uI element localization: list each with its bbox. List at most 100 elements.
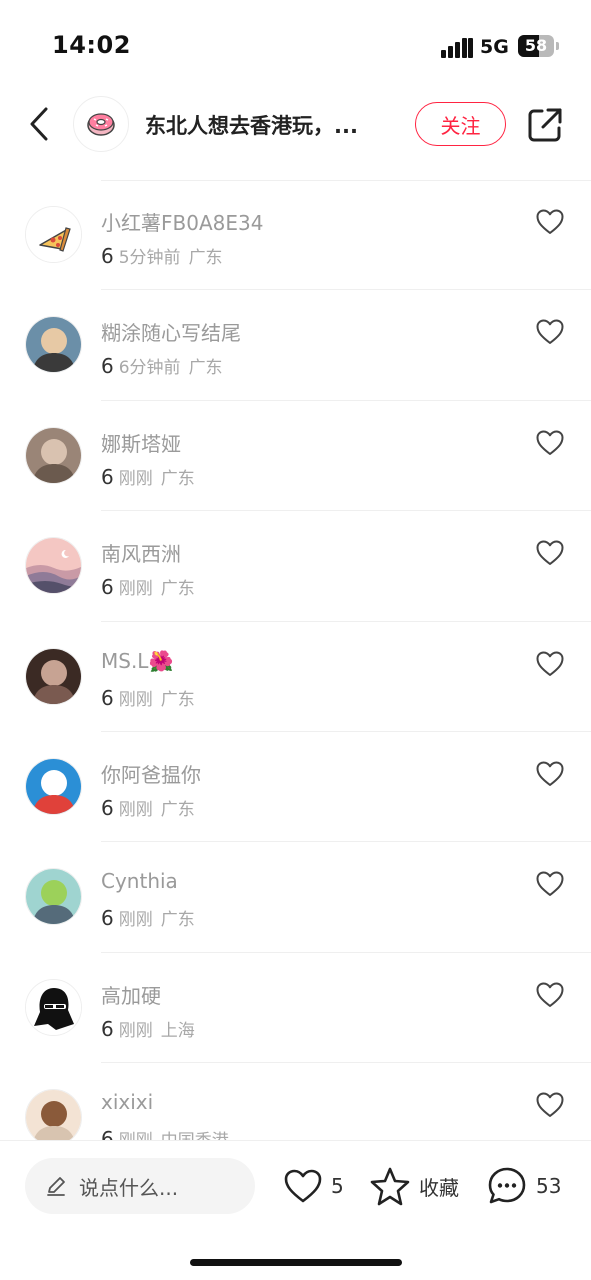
commenter-name[interactable]: MS.L🌺 bbox=[101, 649, 173, 673]
comment-meta: 6 刚刚 广东 bbox=[101, 685, 195, 710]
commenter-avatar[interactable] bbox=[25, 868, 82, 926]
comment-like-button[interactable] bbox=[535, 650, 565, 678]
commenter-name[interactable]: 南风西洲 bbox=[101, 538, 181, 567]
share-button[interactable] bbox=[526, 106, 564, 144]
collect-label: 收藏 bbox=[419, 1175, 459, 1200]
comment-meta: 6 5分钟前 广东 bbox=[101, 243, 223, 268]
comment-row[interactable]: 高加硬 6 刚刚 上海 bbox=[0, 953, 591, 1064]
comment-meta: 6 6分钟前 广东 bbox=[101, 353, 223, 378]
comment-row[interactable]: 南风西洲 6 刚刚 广东 bbox=[0, 511, 591, 622]
commenter-name[interactable]: Cynthia bbox=[101, 869, 178, 893]
heart-icon bbox=[536, 651, 564, 676]
like-count: 5 bbox=[331, 1174, 344, 1198]
follow-button[interactable]: 关注 bbox=[415, 102, 506, 146]
comment-row[interactable]: 小红薯FB0A8E34 6 5分钟前 广东 bbox=[0, 180, 591, 291]
commenter-avatar[interactable] bbox=[25, 426, 82, 484]
comment-time: 刚刚 bbox=[119, 1131, 153, 1140]
back-button[interactable] bbox=[22, 104, 56, 144]
note-header: 东北人想去香港玩，... 关注 bbox=[0, 92, 591, 158]
comment-time: 6分钟前 bbox=[118, 358, 181, 379]
note-title: 东北人想去香港玩，... bbox=[145, 114, 358, 138]
commenter-avatar[interactable] bbox=[25, 316, 82, 374]
comment-meta: 6 刚刚 上海 bbox=[101, 1016, 195, 1041]
commenter-name[interactable]: 你阿爸揾你 bbox=[101, 759, 201, 788]
comment-row[interactable]: xixixi 6 刚刚中国香港 bbox=[0, 1063, 591, 1140]
commenter-name[interactable]: 小红薯FB0A8E34 bbox=[101, 207, 263, 236]
comment-like-button[interactable] bbox=[535, 1091, 565, 1119]
like-button[interactable]: 5 bbox=[283, 1163, 344, 1209]
donut-icon bbox=[87, 113, 115, 136]
author-avatar[interactable] bbox=[73, 96, 129, 152]
comment-like-button[interactable] bbox=[535, 760, 565, 788]
heart-icon bbox=[536, 982, 564, 1007]
comment-text: 6 bbox=[101, 685, 114, 710]
comment-text: 6 bbox=[101, 796, 114, 820]
comment-button[interactable]: 53 bbox=[486, 1163, 561, 1209]
comment-text: 6 bbox=[101, 464, 114, 489]
comment-bubble-icon bbox=[488, 1167, 526, 1204]
cellular-signal-icon bbox=[441, 36, 473, 58]
comment-row[interactable]: 娜斯塔娅 6 刚刚 广东 bbox=[0, 401, 591, 512]
network-type: 5G bbox=[480, 36, 509, 58]
battery-tip bbox=[556, 42, 559, 50]
battery-level: 58 bbox=[524, 36, 548, 55]
comment-time: 刚刚 bbox=[118, 1020, 153, 1041]
comment-row[interactable]: MS.L🌺 6 刚刚 广东 bbox=[0, 622, 591, 732]
comment-time: 刚刚 bbox=[118, 689, 153, 710]
commenter-name[interactable]: 糊涂随心写结尾 bbox=[101, 317, 241, 346]
comment-text: 6 bbox=[101, 575, 114, 600]
collect-button[interactable]: 收藏 bbox=[369, 1163, 459, 1209]
commenter-name[interactable]: 娜斯塔娅 bbox=[101, 428, 181, 457]
home-indicator[interactable] bbox=[190, 1259, 402, 1266]
commenter-name[interactable]: xixixi bbox=[101, 1090, 153, 1114]
heart-icon bbox=[536, 871, 564, 897]
comment-like-button[interactable] bbox=[535, 318, 565, 346]
commenter-avatar[interactable] bbox=[25, 758, 82, 815]
comment-location: 广东 bbox=[188, 358, 223, 379]
heart-icon bbox=[536, 430, 564, 455]
commenter-avatar[interactable] bbox=[25, 1089, 82, 1140]
comment-input[interactable]: 说点什么... bbox=[25, 1158, 255, 1214]
comment-location: 中国香港 bbox=[161, 1131, 229, 1140]
bottom-action-bar: 说点什么... 5 收藏 53 bbox=[0, 1140, 591, 1280]
comment-like-button[interactable] bbox=[535, 539, 565, 567]
comment-location: 广东 bbox=[160, 579, 195, 600]
comment-location: 广东 bbox=[160, 468, 195, 489]
comment-location: 广东 bbox=[160, 910, 195, 931]
comment-row[interactable]: Cynthia 6 刚刚 广东 bbox=[0, 842, 591, 953]
comment-time: 5分钟前 bbox=[118, 248, 181, 268]
commenter-avatar[interactable] bbox=[25, 647, 82, 705]
commenter-avatar[interactable] bbox=[25, 978, 82, 1036]
comment-meta: 6 刚刚 广东 bbox=[101, 464, 195, 489]
comment-meta: 6 刚刚 广东 bbox=[101, 905, 195, 930]
status-time: 14:02 bbox=[52, 31, 131, 59]
heart-icon bbox=[536, 761, 564, 786]
comment-row[interactable]: 你阿爸揾你 6 刚刚 广东 bbox=[0, 732, 591, 843]
commenter-name[interactable]: 高加硬 bbox=[101, 980, 161, 1009]
comment-row[interactable]: 糊涂随心写结尾 6 6分钟前 广东 bbox=[0, 290, 591, 401]
comment-meta: 6 刚刚 广东 bbox=[101, 574, 195, 599]
comment-meta: 6 刚刚 广东 bbox=[101, 795, 195, 820]
heart-icon bbox=[536, 209, 564, 234]
comment-text: 6 bbox=[101, 244, 114, 268]
commenter-avatar[interactable] bbox=[25, 206, 82, 263]
comment-location: 广东 bbox=[160, 689, 195, 710]
comment-list[interactable]: 小红薯FB0A8E34 6 5分钟前 广东 糊涂随心写结尾 6 6分钟前 广东 娜斯塔娅 6 刚刚广… bbox=[0, 180, 591, 1140]
comment-location: 上海 bbox=[160, 1020, 195, 1041]
comment-like-button[interactable] bbox=[535, 429, 565, 457]
comment-like-button[interactable] bbox=[535, 208, 565, 236]
comment-time: 刚刚 bbox=[118, 910, 153, 931]
comment-time: 刚刚 bbox=[118, 579, 153, 600]
comment-location: 广东 bbox=[188, 248, 223, 268]
heart-icon bbox=[536, 1092, 564, 1118]
chevron-left-icon bbox=[30, 107, 48, 141]
comment-text: 6 bbox=[101, 354, 114, 379]
comment-like-button[interactable] bbox=[535, 870, 565, 898]
pencil-icon bbox=[47, 1177, 65, 1196]
comment-text: 6 bbox=[101, 1016, 114, 1041]
comment-like-button[interactable] bbox=[535, 981, 565, 1009]
commenter-avatar[interactable] bbox=[25, 537, 82, 595]
comment-count: 53 bbox=[536, 1174, 562, 1198]
status-bar: 14:02 5G 58 bbox=[0, 0, 591, 90]
heart-icon bbox=[284, 1169, 322, 1203]
